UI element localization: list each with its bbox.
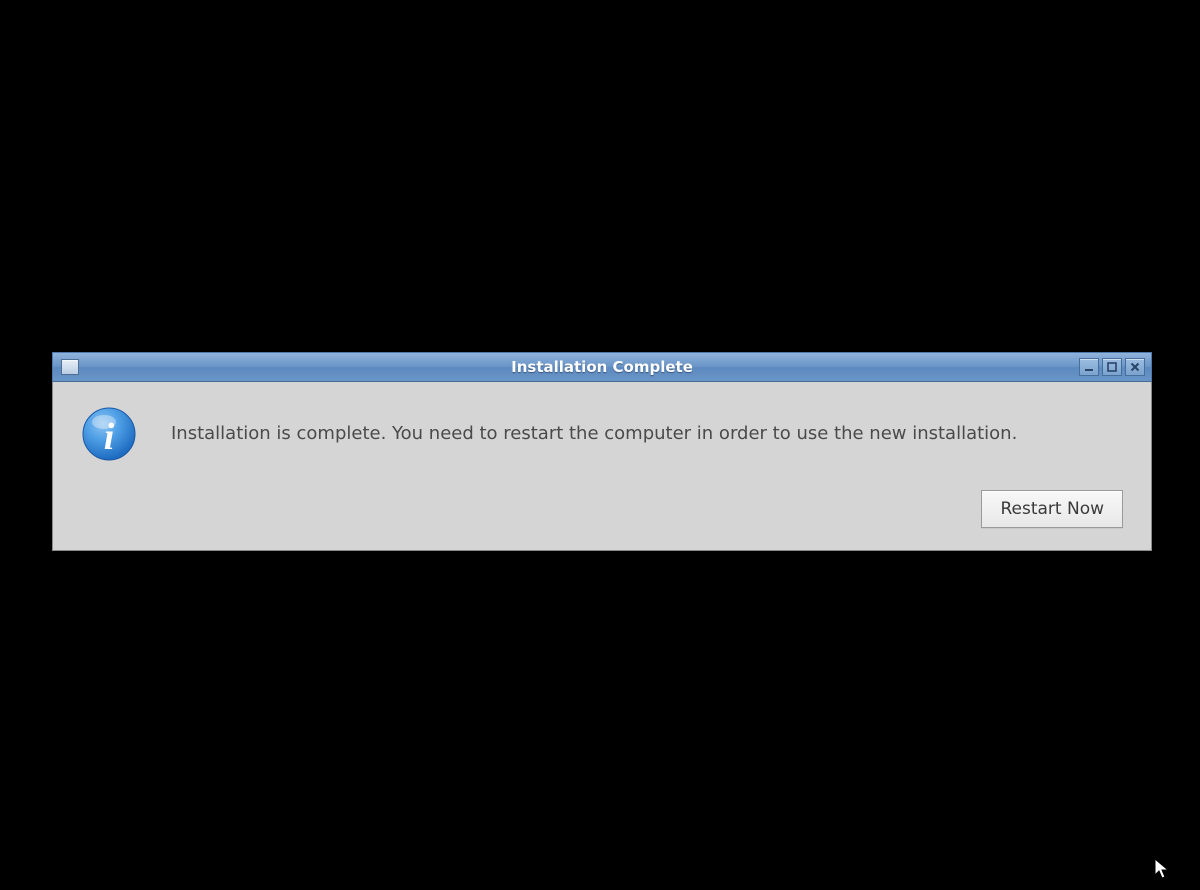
svg-text:i: i — [104, 416, 115, 458]
close-icon — [1129, 361, 1141, 373]
minimize-icon — [1083, 361, 1095, 373]
minimize-button[interactable] — [1079, 358, 1099, 376]
maximize-icon — [1106, 361, 1118, 373]
info-icon: i — [81, 406, 137, 462]
window-menu-icon[interactable] — [61, 359, 79, 375]
dialog-message: Installation is complete. You need to re… — [171, 422, 1017, 446]
dialog-actions: Restart Now — [81, 490, 1123, 528]
restart-now-button[interactable]: Restart Now — [981, 490, 1123, 528]
close-button[interactable] — [1125, 358, 1145, 376]
mouse-cursor-icon — [1154, 858, 1172, 882]
window-controls — [1079, 358, 1151, 376]
window-title: Installation Complete — [53, 358, 1151, 376]
maximize-button[interactable] — [1102, 358, 1122, 376]
dialog-body: i Installation is complete. You need to … — [52, 382, 1152, 551]
titlebar[interactable]: Installation Complete — [52, 352, 1152, 382]
dialog-content: i Installation is complete. You need to … — [81, 406, 1123, 462]
installation-complete-dialog: Installation Complete — [52, 352, 1152, 551]
